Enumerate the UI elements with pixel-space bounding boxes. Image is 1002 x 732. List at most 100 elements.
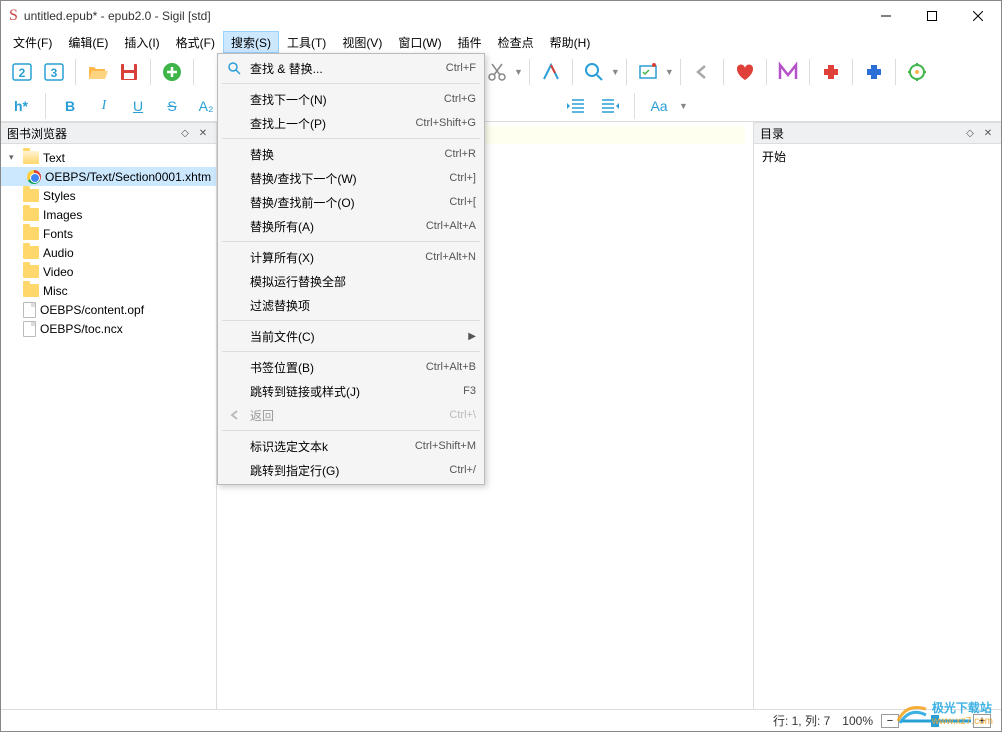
close-button[interactable] — [955, 1, 1001, 31]
menu-item-label: 替换所有(A) — [250, 218, 426, 235]
menu-edit[interactable]: 编辑(E) — [60, 31, 116, 53]
italic-button[interactable]: I — [90, 94, 118, 118]
spellcheck-icon[interactable] — [633, 57, 663, 87]
back-icon[interactable] — [687, 57, 717, 87]
menu-item[interactable]: 查找下一个(N)Ctrl+G — [220, 87, 482, 111]
menu-file[interactable]: 文件(F) — [5, 31, 60, 53]
plugin2-icon[interactable] — [859, 57, 889, 87]
tree-item[interactable]: Video — [1, 262, 216, 281]
metadata-icon[interactable] — [773, 57, 803, 87]
toolbar-separator — [809, 59, 810, 85]
watermark: 极光下载站 www.xz7.com — [896, 699, 993, 727]
menu-help[interactable]: 帮助(H) — [542, 31, 599, 53]
menu-item[interactable]: 模拟运行替换全部 — [220, 269, 482, 293]
book-browser-tree[interactable]: ▾TextOEBPS/Text/Section0001.xhtm Styles Im… — [1, 144, 216, 709]
validate-icon[interactable] — [536, 57, 566, 87]
toolbar-separator — [680, 59, 681, 85]
book-browser-panel: 图书浏览器 ◇ ✕ ▾TextOEBPS/Text/Section0001.xh… — [1, 122, 217, 709]
menu-search[interactable]: 搜索(S) — [223, 31, 279, 53]
tree-item-label: Styles — [43, 189, 76, 203]
watermark-name: 极光下载站 — [932, 699, 993, 716]
tree-item[interactable]: Styles — [1, 186, 216, 205]
menu-item[interactable]: 当前文件(C)▶ — [220, 324, 482, 348]
menu-item[interactable]: 过滤替换项 — [220, 293, 482, 317]
toolbar-separator — [572, 59, 573, 85]
panel-float-icon[interactable]: ◇ — [178, 126, 192, 140]
menu-plugins[interactable]: 插件 — [450, 31, 490, 53]
view2-icon[interactable]: 2 — [7, 57, 37, 87]
toc-item[interactable]: 开始 — [762, 148, 993, 165]
menu-view[interactable]: 视图(V) — [334, 31, 390, 53]
menu-format[interactable]: 格式(F) — [168, 31, 223, 53]
search-icon[interactable] — [579, 57, 609, 87]
svg-text:3: 3 — [51, 66, 58, 80]
tree-item[interactable]: OEBPS/toc.ncx — [1, 319, 216, 338]
submenu-arrow-icon: ▶ — [468, 331, 476, 342]
folder-icon — [23, 189, 39, 202]
content-area: 图书浏览器 ◇ ✕ ▾TextOEBPS/Text/Section0001.xh… — [1, 122, 1001, 709]
menu-item[interactable]: 替换/查找前一个(O)Ctrl+[ — [220, 190, 482, 214]
menu-item[interactable]: 跳转到链接或样式(J)F3 — [220, 379, 482, 403]
search-icon — [226, 60, 242, 76]
tree-item[interactable]: OEBPS/Text/Section0001.xhtm — [1, 167, 216, 186]
underline-button[interactable]: U — [124, 94, 152, 118]
toolbar-separator — [45, 93, 46, 119]
plugin1-icon[interactable] — [816, 57, 846, 87]
app-window: S untitled.epub* - epub2.0 - Sigil [std]… — [0, 0, 1002, 732]
menu-item[interactable]: 查找上一个(P)Ctrl+Shift+G — [220, 111, 482, 135]
menu-item-label: 查找上一个(P) — [250, 115, 415, 132]
svg-text:2: 2 — [19, 66, 26, 80]
tree-item[interactable]: Images — [1, 205, 216, 224]
menu-separator — [222, 430, 480, 431]
indent-icon[interactable] — [596, 94, 624, 118]
menu-item[interactable]: 替换Ctrl+R — [220, 142, 482, 166]
outdent-icon[interactable] — [562, 94, 590, 118]
watermark-url: www.xz7.com — [932, 716, 993, 727]
menu-item-label: 标识选定文本k — [250, 438, 415, 455]
menu-insert[interactable]: 插入(I) — [116, 31, 167, 53]
subscript-button[interactable]: A₂ — [192, 94, 220, 118]
menu-item[interactable]: 跳转到指定行(G)Ctrl+/ — [220, 458, 482, 482]
bold-button[interactable]: B — [56, 94, 84, 118]
add-icon[interactable] — [157, 57, 187, 87]
maximize-button[interactable] — [909, 1, 955, 31]
menu-tools[interactable]: 工具(T) — [279, 31, 334, 53]
minimize-button[interactable] — [863, 1, 909, 31]
menu-item-shortcut: Ctrl+F — [446, 62, 476, 74]
file-icon — [23, 302, 36, 318]
tree-item[interactable]: Misc — [1, 281, 216, 300]
toc-body[interactable]: 开始 — [754, 144, 1001, 709]
tree-item[interactable]: Audio — [1, 243, 216, 262]
folder-icon — [23, 284, 39, 297]
cursor-position: 行: 1, 列: 7 — [773, 712, 830, 729]
toolbar-separator — [852, 59, 853, 85]
menu-item[interactable]: 查找 & 替换...Ctrl+F — [220, 56, 482, 80]
plugin3-icon[interactable] — [902, 57, 932, 87]
menu-item[interactable]: 替换所有(A)Ctrl+Alt+A — [220, 214, 482, 238]
panel-close-icon[interactable]: ✕ — [196, 126, 210, 140]
menu-checkpoints[interactable]: 检查点 — [490, 31, 542, 53]
menu-item[interactable]: 替换/查找下一个(W)Ctrl+] — [220, 166, 482, 190]
window-title: untitled.epub* - epub2.0 - Sigil [std] — [24, 9, 863, 23]
tree-item[interactable]: OEBPS/content.opf — [1, 300, 216, 319]
heart-icon[interactable] — [730, 57, 760, 87]
menu-item[interactable]: 标识选定文本kCtrl+Shift+M — [220, 434, 482, 458]
tree-item[interactable]: Fonts — [1, 224, 216, 243]
menu-item[interactable]: 计算所有(X)Ctrl+Alt+N — [220, 245, 482, 269]
case-button[interactable]: Aa — [645, 94, 673, 118]
open-icon[interactable] — [82, 57, 112, 87]
tree-item[interactable]: ▾Text — [1, 148, 216, 167]
heading-button[interactable]: h* — [7, 94, 35, 118]
menu-item[interactable]: 书签位置(B)Ctrl+Alt+B — [220, 355, 482, 379]
menu-item-shortcut: Ctrl+Shift+M — [415, 440, 476, 452]
panel-close-icon[interactable]: ✕ — [981, 126, 995, 140]
menu-window[interactable]: 窗口(W) — [390, 31, 449, 53]
view3-icon[interactable]: 3 — [39, 57, 69, 87]
menu-separator — [222, 83, 480, 84]
panel-float-icon[interactable]: ◇ — [963, 126, 977, 140]
cut-icon[interactable] — [482, 57, 512, 87]
toc-title: 目录 — [760, 125, 784, 142]
menu-item-shortcut: Ctrl+Alt+A — [426, 220, 476, 232]
save-icon[interactable] — [114, 57, 144, 87]
strike-button[interactable]: S — [158, 94, 186, 118]
